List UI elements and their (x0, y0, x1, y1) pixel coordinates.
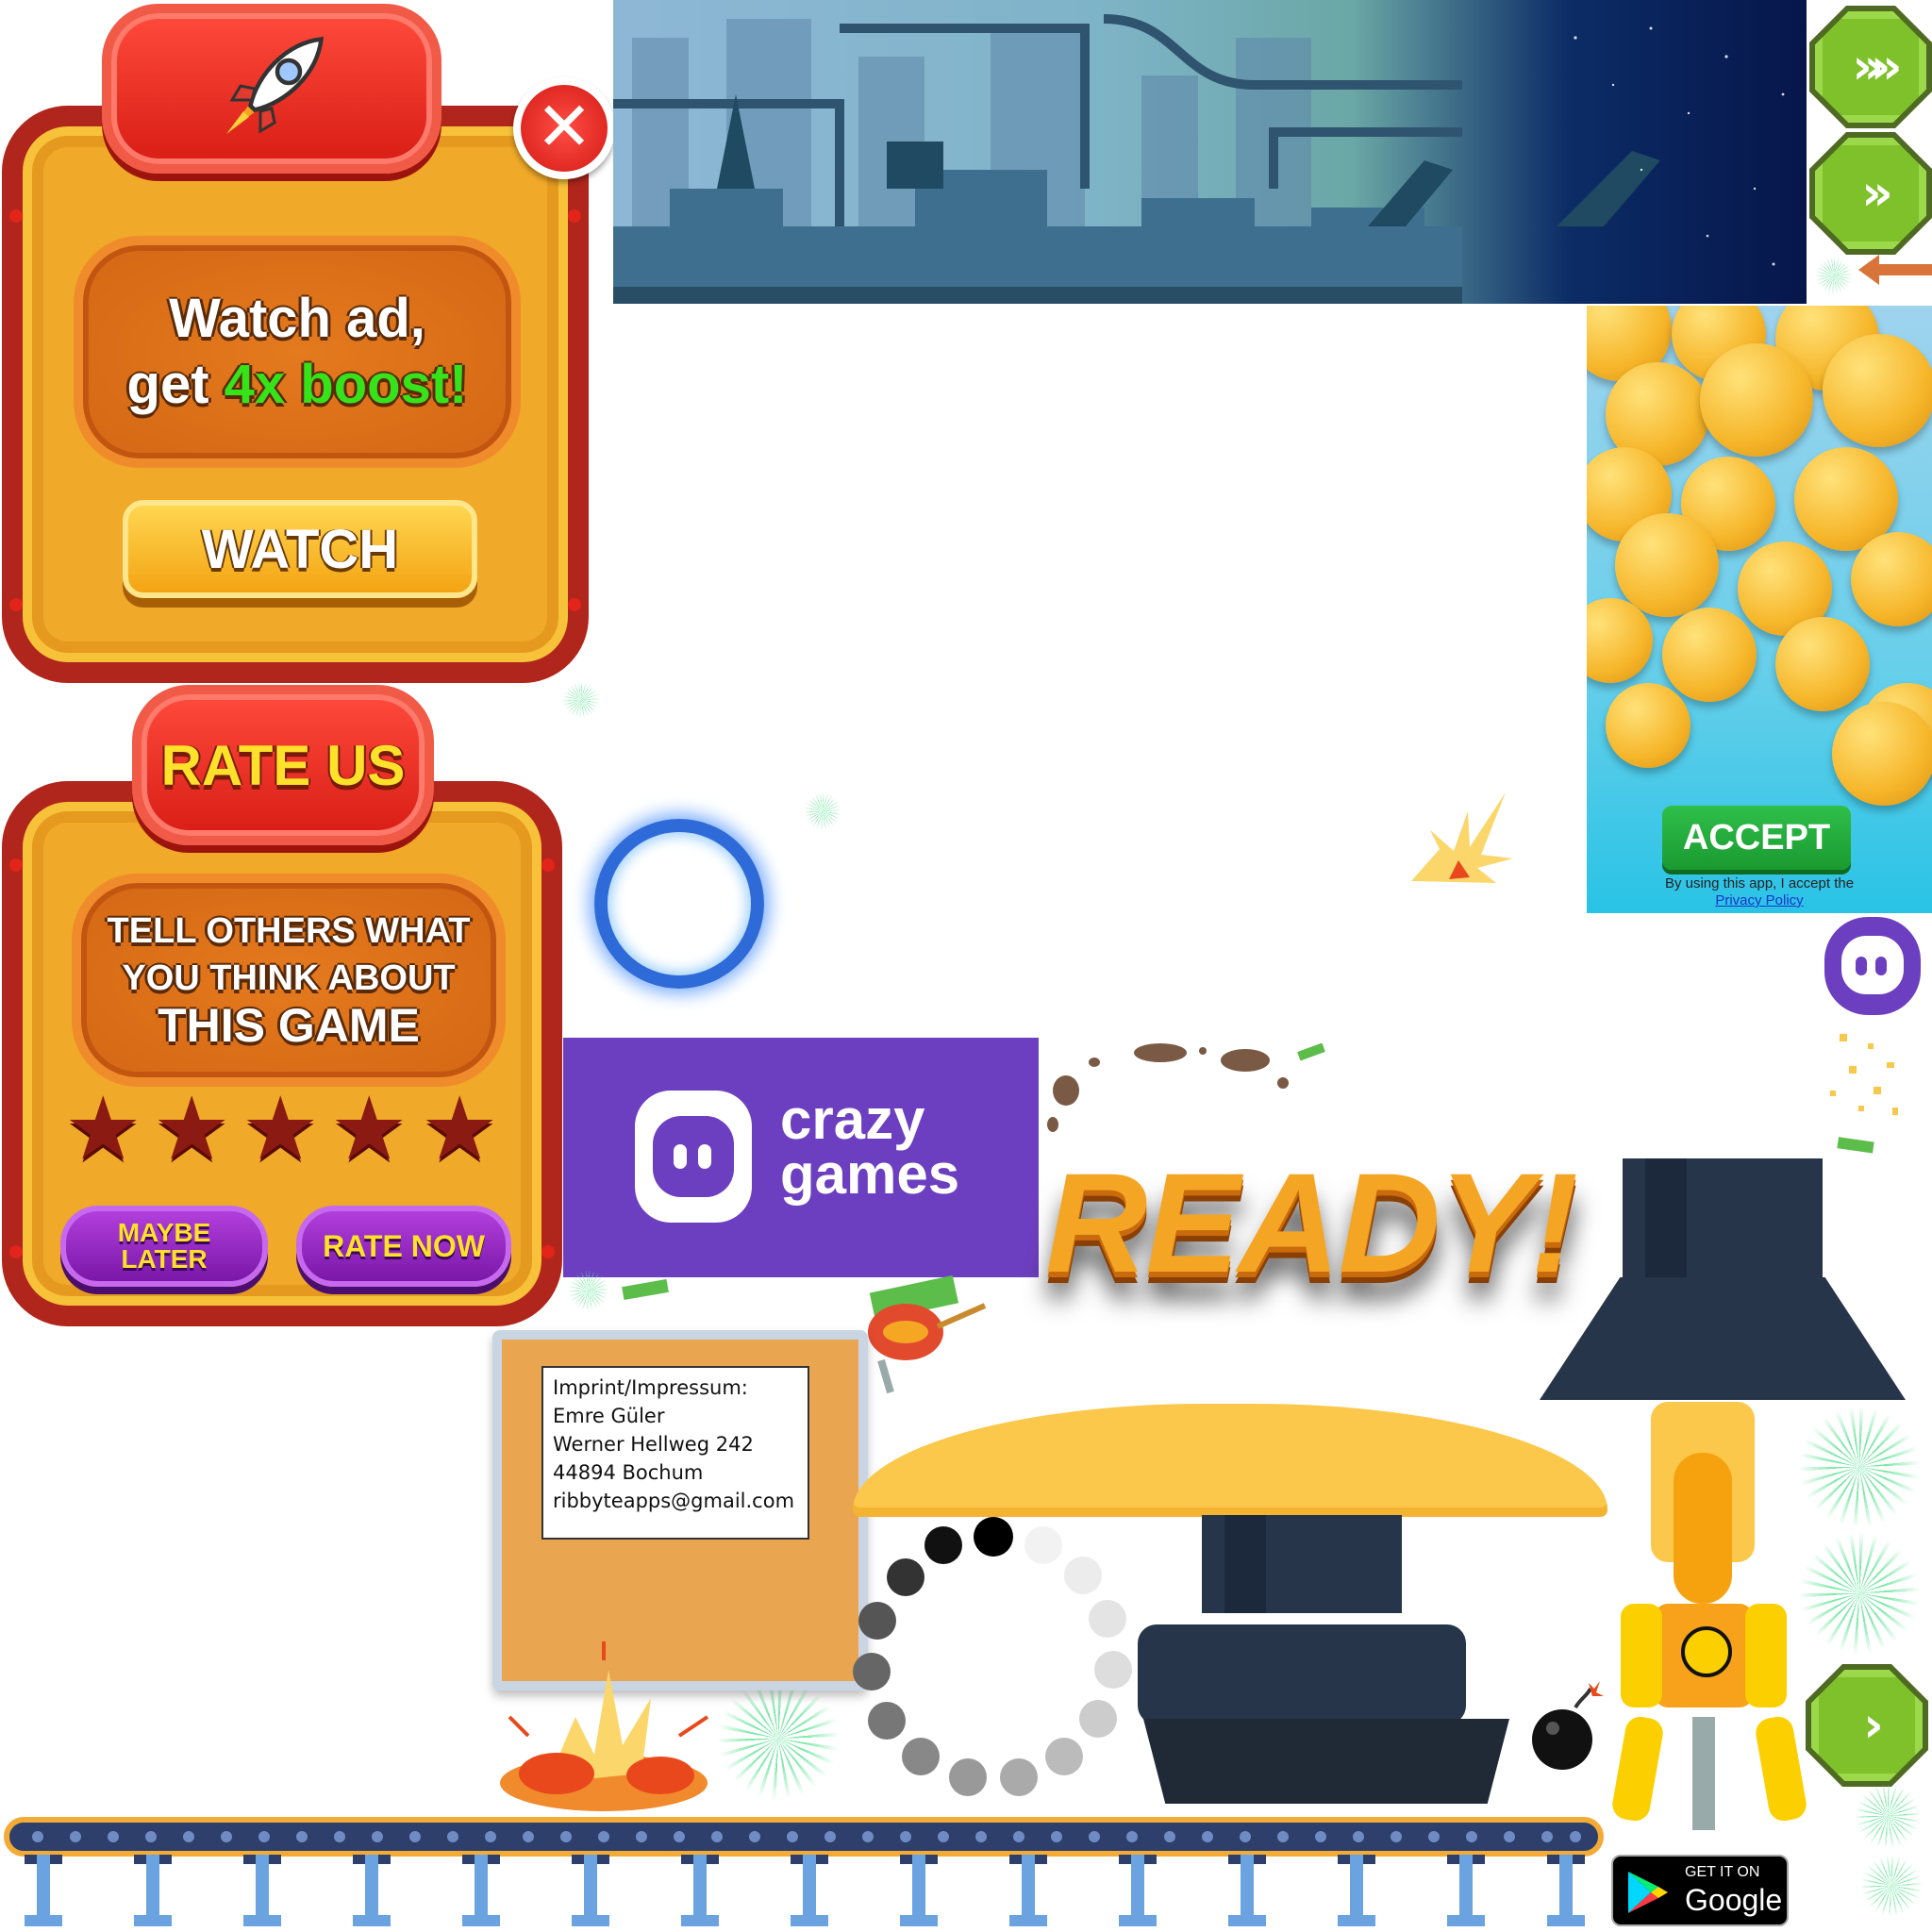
bomb-icon (1532, 1681, 1604, 1770)
star-icon[interactable]: ★ (153, 1086, 230, 1173)
factory-background (613, 0, 1807, 304)
sparkle-burst-icon (1815, 257, 1853, 294)
press-head-shade (1645, 1158, 1687, 1279)
arrow-left-icon (1858, 255, 1932, 285)
money-bills-icon (1837, 1137, 1874, 1154)
star-icon[interactable]: ★ (330, 1086, 408, 1173)
imprint-line3: Werner Hellweg 242 (553, 1433, 754, 1456)
crazygames-word2: games (780, 1142, 960, 1206)
close-icon[interactable]: ✕ (513, 77, 615, 179)
yellow-press-plate (853, 1404, 1607, 1517)
rate-now-button[interactable]: RATE NOW (296, 1206, 511, 1287)
imprint-line2: Emre Güler (553, 1405, 665, 1427)
rate-us-title: RATE US (160, 733, 406, 797)
sparkle-burst-icon (1798, 1406, 1921, 1528)
watch-ad-line1: Watch ad, (169, 288, 425, 349)
boost-highlight: 4x boost! (224, 354, 468, 415)
press-body (1138, 1624, 1466, 1724)
sparkle-burst-icon (568, 1270, 609, 1311)
money-bills-icon (622, 1279, 669, 1301)
crazygames-banner[interactable]: crazy games (563, 1038, 1039, 1277)
imprint-note: Imprint/Impressum: Emre Güler Werner Hel… (492, 1330, 868, 1690)
sparkle-burst-icon (1798, 1532, 1921, 1655)
explosion-icon (500, 1641, 709, 1811)
sparkle-burst-icon (1860, 1855, 1923, 1917)
conveyor-belt (4, 1817, 1604, 1857)
sparkle-burst-icon (562, 681, 600, 719)
watch-ad-message-box: Watch ad, get 4x boost! (74, 236, 521, 468)
crazygames-word1: crazy (780, 1088, 925, 1151)
rate-body-line3: THIS GAME (158, 998, 420, 1052)
crazygames-logo-icon (635, 1091, 752, 1223)
imprint-line5[interactable]: ribbyteapps@gmail.com (553, 1487, 798, 1515)
portal-ring-icon (594, 819, 764, 989)
factory-silhouette (613, 14, 1785, 304)
maybe-later-button[interactable]: MAYBE LATER (60, 1206, 268, 1287)
privacy-disclaimer: By using this app, I accept the (1664, 875, 1855, 891)
imprint-line1: Imprint/Impressum: (553, 1376, 748, 1399)
sparkle-burst-icon (804, 792, 841, 830)
rate-body-line1: TELL OTHERS WHAT (107, 910, 471, 951)
crazygames-mascot-icon (1824, 917, 1921, 1015)
watch-ad-header (102, 4, 441, 174)
google-play-badge[interactable]: GET IT ON Google Play (1611, 1855, 1849, 1926)
watch-button-label: WATCH (201, 518, 399, 580)
rate-now-label: RATE NOW (323, 1229, 485, 1263)
accept-button[interactable]: ACCEPT (1662, 806, 1851, 870)
emoji-ad-panel: ACCEPT By using this app, I accept the P… (1587, 306, 1932, 913)
imprint-text-box: Imprint/Impressum: Emre Güler Werner Hel… (541, 1366, 809, 1540)
explosion-icon (1411, 792, 1513, 883)
watch-ad-line2-prefix: get (126, 354, 225, 415)
star-icon[interactable]: ★ (421, 1086, 498, 1173)
meat-skewer-icon (868, 1275, 987, 1394)
google-play-big-label: Google Play (1685, 1883, 1850, 1917)
rocket-icon (226, 36, 325, 134)
google-play-icon (1628, 1872, 1668, 1913)
accept-label: ACCEPT (1682, 817, 1831, 858)
rate-us-header: RATE US (132, 685, 434, 845)
maybe-later-label: MAYBE LATER (117, 1218, 211, 1274)
star-icon[interactable]: ★ (64, 1086, 142, 1173)
sparkle-burst-icon (1855, 1783, 1921, 1849)
star-icon[interactable]: ★ (242, 1086, 319, 1173)
imprint-line4: 44894 Bochum (553, 1461, 704, 1484)
rate-body-line2: YOU THINK ABOUT (122, 958, 456, 998)
privacy-policy-link[interactable]: Privacy Policy (1587, 892, 1932, 908)
press-tray (1143, 1719, 1509, 1804)
gold-confetti-icon (1830, 1034, 1898, 1115)
ready-banner-text: READY! (1045, 1143, 1578, 1302)
press-hood (1540, 1277, 1906, 1400)
rate-us-message-box: TELL OTHERS WHAT YOU THINK ABOUT THIS GA… (72, 874, 506, 1087)
press-column-shade (1224, 1515, 1266, 1613)
google-play-small-label: GET IT ON (1685, 1864, 1760, 1880)
sparkle-burst-icon (717, 1677, 840, 1800)
dirt-splat-icon (1047, 1043, 1289, 1132)
watch-button[interactable]: WATCH (123, 500, 477, 598)
